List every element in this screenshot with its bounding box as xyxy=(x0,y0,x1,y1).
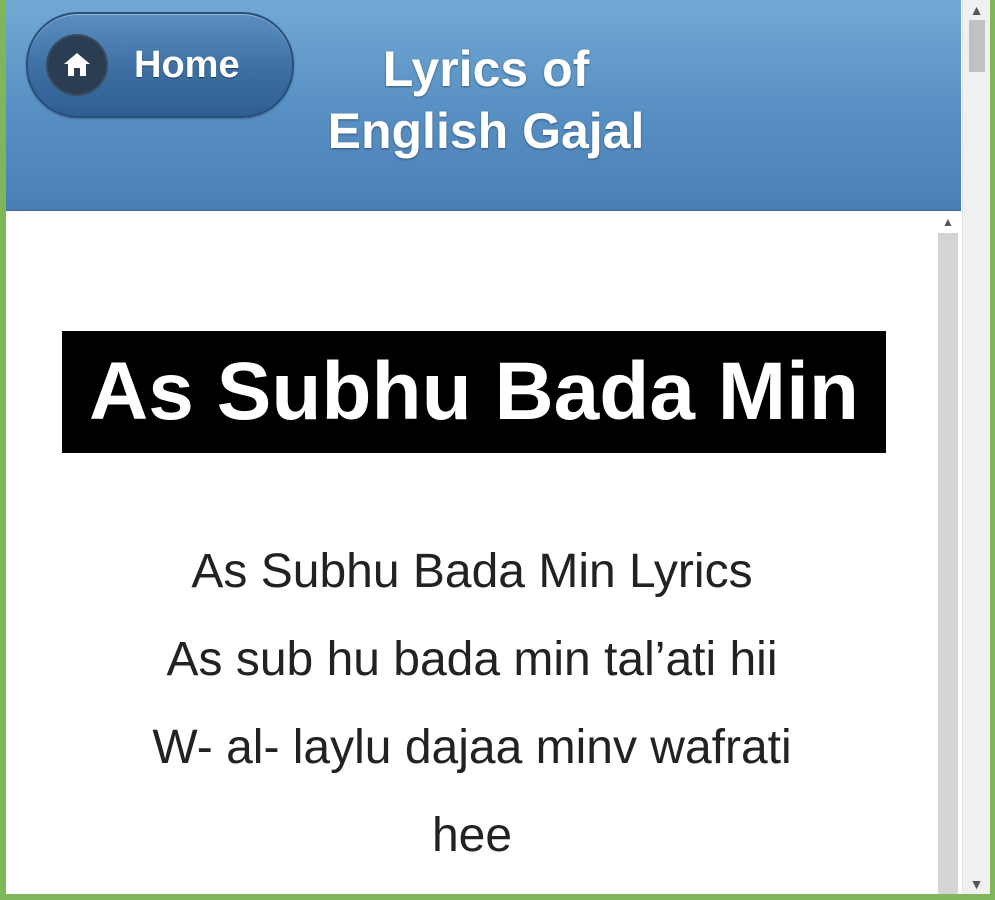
lyrics-text: As Subhu Bada Min Lyrics As sub hu bada … xyxy=(66,528,878,880)
window-scrollbar-thumb[interactable] xyxy=(969,20,985,72)
window-scrollbar[interactable]: ▲ ▼ xyxy=(962,0,990,894)
content-scrollbar[interactable]: ▲ xyxy=(935,211,961,894)
home-icon xyxy=(46,34,108,96)
lyrics-line: As Subhu Bada Min Lyrics xyxy=(191,545,753,598)
home-button[interactable]: Home xyxy=(26,12,294,118)
app-window: Home Lyrics of English Gajal As Subhu Ba… xyxy=(6,0,990,894)
content-scrollbar-track[interactable] xyxy=(938,233,958,894)
song-title: As Subhu Bada Min xyxy=(62,331,886,453)
home-button-label: Home xyxy=(134,44,240,86)
page-title-line-2: English Gajal xyxy=(327,103,645,159)
chevron-down-icon[interactable]: ▼ xyxy=(963,874,990,894)
lyrics-line: hee xyxy=(431,809,513,862)
page-title: Lyrics of English Gajal xyxy=(286,38,686,162)
chevron-up-icon[interactable]: ▲ xyxy=(935,213,961,231)
chevron-up-icon[interactable]: ▲ xyxy=(963,0,990,20)
lyrics-line: As sub hu bada min tal’ati hii xyxy=(166,633,778,686)
app-header: Home Lyrics of English Gajal xyxy=(6,0,961,211)
lyrics-line: W- al- laylu dajaa minv wafrati xyxy=(152,721,792,774)
page-title-line-1: Lyrics of xyxy=(382,41,590,97)
